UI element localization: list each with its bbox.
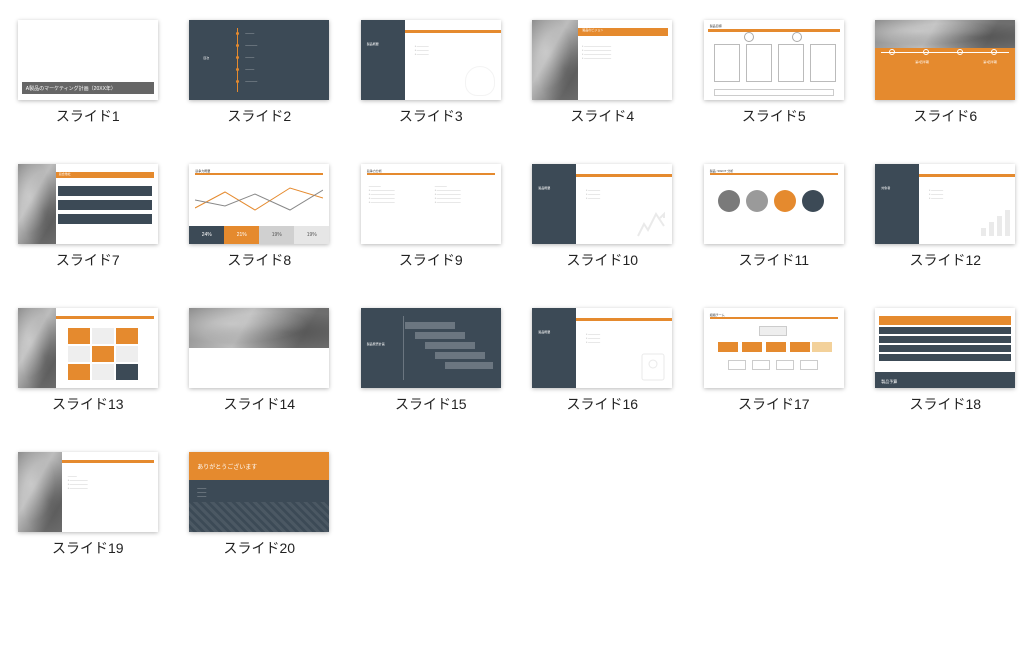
slide-label: スライド2: [227, 106, 291, 126]
slide-thumbnail-4[interactable]: 製品のビジョン • —————————• —————————• ————————…: [532, 20, 672, 100]
slide-thumbnail-2[interactable]: 目次 ——— ———— ——— ——— ————: [189, 20, 329, 100]
slide-thumbnail-1[interactable]: A製品のマーケティング計画（20XX年）: [18, 20, 158, 100]
slide-label: スライド10: [566, 250, 638, 270]
slide-item[interactable]: 目次 ——— ———— ——— ——— ———— スライド2: [186, 20, 334, 126]
slide-item[interactable]: 製品概要 • ————• ————• ———— スライド10: [529, 164, 677, 270]
slide-thumbnail-3[interactable]: 製品概要 • ————• ————• ————: [361, 20, 501, 100]
slide-thumbnail-10[interactable]: 製品概要 • ————• ————• ————: [532, 164, 672, 244]
slide-thumbnail-5[interactable]: 製品目標: [704, 20, 844, 100]
slide-item[interactable]: 製品のビジョン • —————————• —————————• ————————…: [529, 20, 677, 126]
slide-label: スライド19: [52, 538, 124, 558]
slide-label: スライド15: [395, 394, 467, 414]
slide-item[interactable]: マーケティング計画 スライド14: [186, 308, 334, 414]
slide-label: スライド12: [909, 250, 981, 270]
slide-label: スライド11: [738, 250, 809, 270]
slide-thumbnail-16[interactable]: 製品概要 • ————• ————• ————: [532, 308, 672, 388]
slide-thumbnail-11[interactable]: 製品: SWOT 分析: [704, 164, 844, 244]
slide-label: スライド14: [223, 394, 295, 414]
slide-item[interactable]: スライド13: [14, 308, 162, 414]
slide-thumbnail-14[interactable]: マーケティング計画: [189, 308, 329, 388]
slide-item[interactable]: ありがとうございます ————————— スライド20: [186, 452, 334, 558]
slide-item[interactable]: 製品目標 スライド5: [700, 20, 848, 126]
slide-item[interactable]: 製品発売計画 スライド15: [357, 308, 505, 414]
slide-thumbnail-19[interactable]: ———• ——————• ——————• ——————: [18, 452, 158, 532]
slide-label: スライド4: [570, 106, 634, 126]
slide-label: スライド5: [742, 106, 806, 126]
slide-thumbnail-12[interactable]: 対象者 • ————• ————• ————: [875, 164, 1015, 244]
slide-label: スライド6: [913, 106, 977, 126]
slide-item[interactable]: 組織チーム スライド17: [700, 308, 848, 414]
slide-label: スライド8: [227, 250, 291, 270]
slide-thumbnail-13[interactable]: [18, 308, 158, 388]
slide-item[interactable]: 製品: SWOT 分析 スライド11: [700, 164, 848, 270]
slide-item[interactable]: 製品概要 • ————• ————• ———— スライド16: [529, 308, 677, 414]
slide-item[interactable]: 製品予算 スライド18: [872, 308, 1020, 414]
slide-label: スライド17: [738, 394, 810, 414]
slide-thumbnail-7[interactable]: 競合他社: [18, 164, 158, 244]
slide-thumbnail-8[interactable]: 競争力概要 24% 21% 19% 19%: [189, 164, 329, 244]
slide-thumbnail-15[interactable]: 製品発売計画: [361, 308, 501, 388]
slide-label: スライド9: [399, 250, 463, 270]
slide-item[interactable]: A製品のマーケティング計画（20XX年） スライド1: [14, 20, 162, 126]
slide-thumbnail-17[interactable]: 組織チーム: [704, 308, 844, 388]
slide-label: スライド3: [399, 106, 463, 126]
thank-you-text: ありがとうございます: [197, 462, 257, 471]
slide-item[interactable]: 競争力分析 ————• ————————• ————————• ————————…: [357, 164, 505, 270]
slide-thumbnail-6[interactable]: 第1四半期 第3四半期 第2四半期 第4四半期: [875, 20, 1015, 100]
slide-label: スライド20: [223, 538, 295, 558]
slide-item[interactable]: 第1四半期 第3四半期 第2四半期 第4四半期 スライド6: [872, 20, 1020, 126]
slide-thumbnail-18[interactable]: 製品予算: [875, 308, 1015, 388]
slide-label: スライド1: [56, 106, 120, 126]
slide-label: スライド16: [566, 394, 638, 414]
slide-label: スライド18: [909, 394, 981, 414]
slide-thumbnail-20[interactable]: ありがとうございます —————————: [189, 452, 329, 532]
slide-item[interactable]: 競争力概要 24% 21% 19% 19% スライド8: [186, 164, 334, 270]
slide-item[interactable]: 競合他社 スライド7: [14, 164, 162, 270]
slide-item[interactable]: ———• ——————• ——————• —————— スライド19: [14, 452, 162, 558]
slide-thumbnail-9[interactable]: 競争力分析 ————• ————————• ————————• ————————…: [361, 164, 501, 244]
slide-title-caption: A製品のマーケティング計画（20XX年）: [22, 82, 154, 94]
slide-grid: A製品のマーケティング計画（20XX年） スライド1 目次 ——— ———— —…: [14, 20, 1019, 558]
slide-label: スライド13: [52, 394, 124, 414]
slide-item[interactable]: 対象者 • ————• ————• ———— スライド12: [872, 164, 1020, 270]
slide-label: スライド7: [56, 250, 120, 270]
slide-item[interactable]: 製品概要 • ————• ————• ———— スライド3: [357, 20, 505, 126]
